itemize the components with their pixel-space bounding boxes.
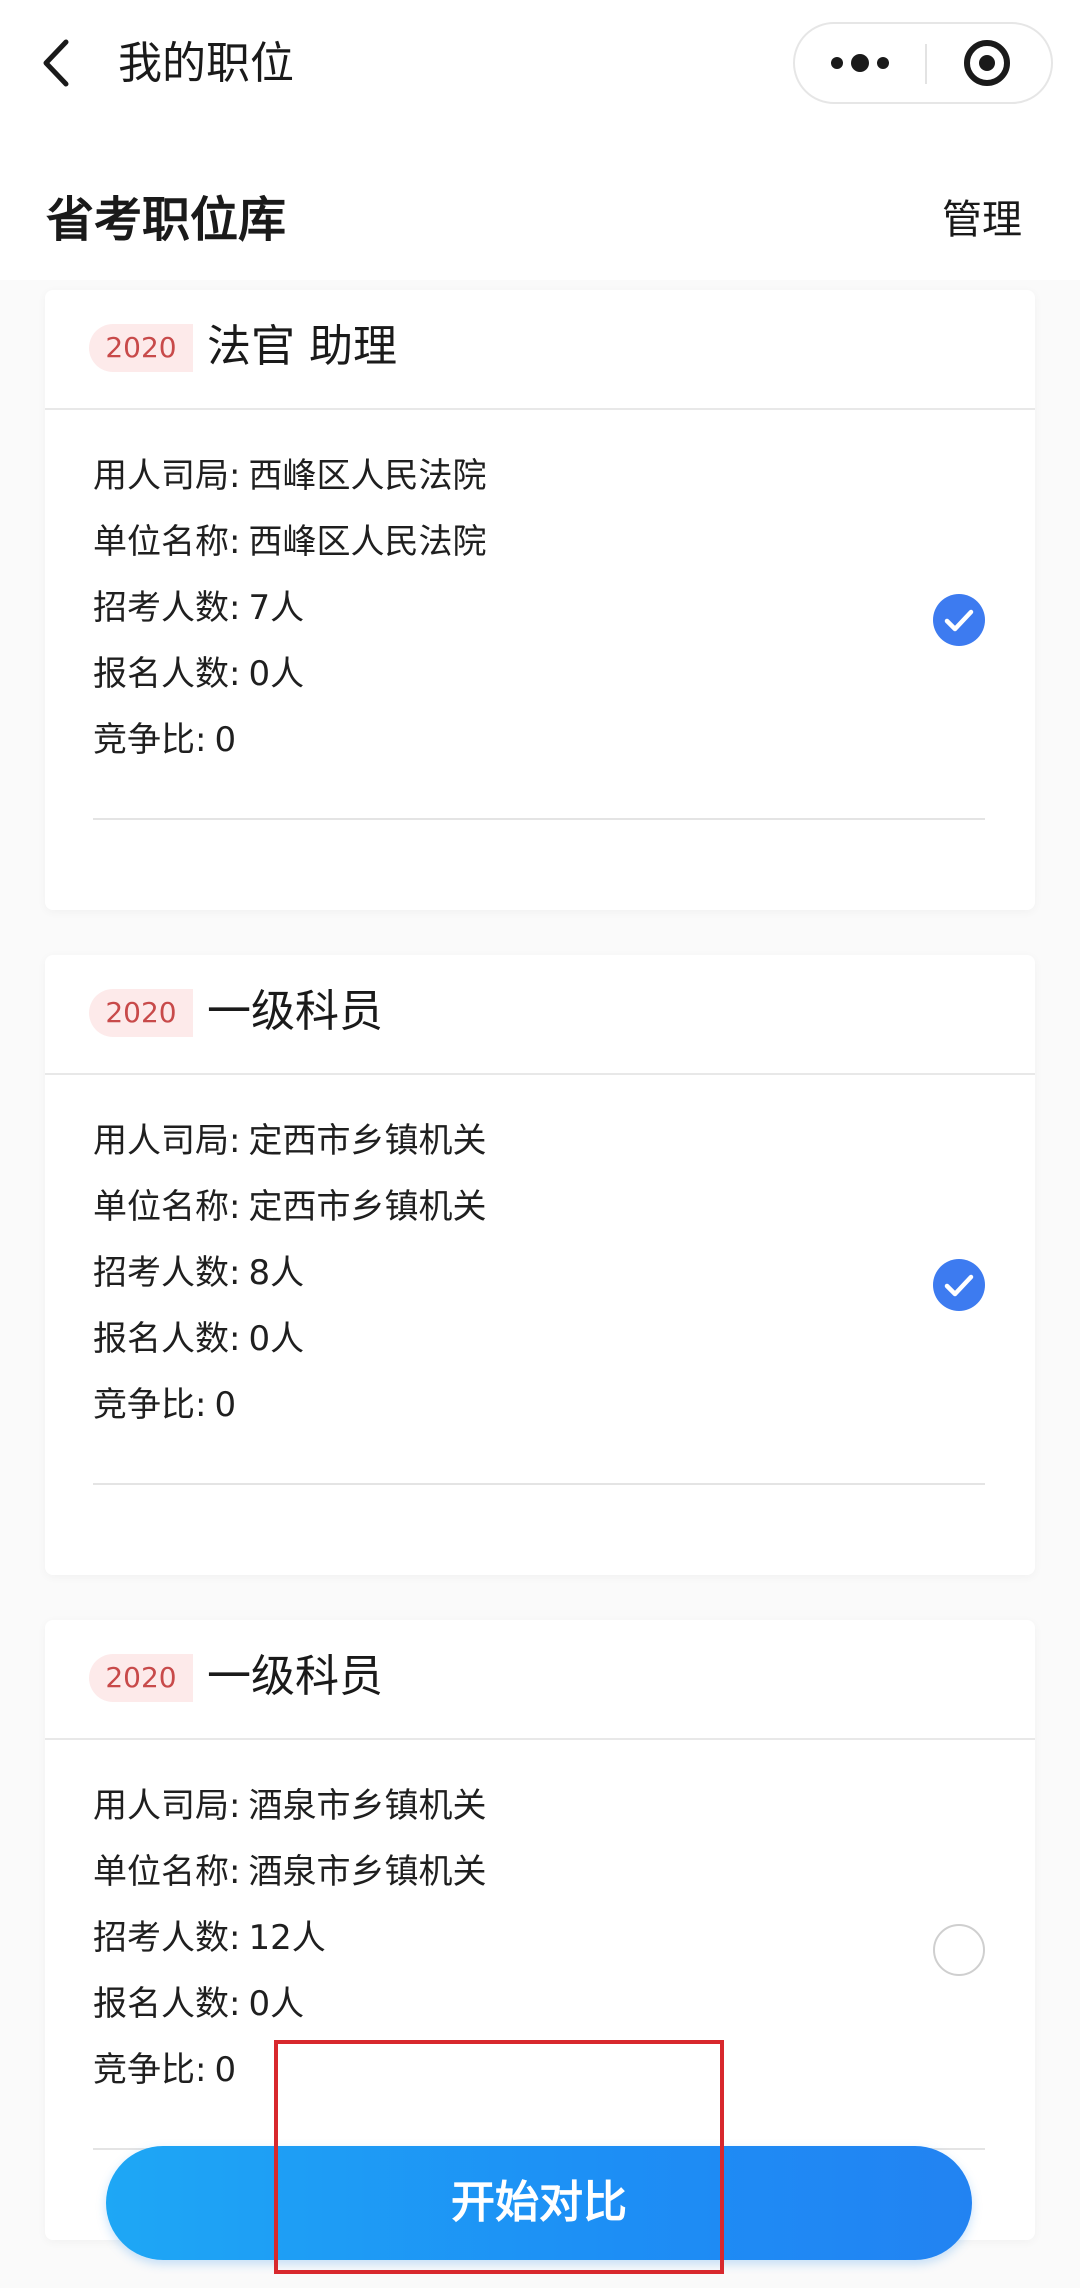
close-miniprogram-button[interactable] bbox=[927, 24, 1051, 102]
job-title: 一级科员 bbox=[207, 986, 383, 1037]
select-checkbox[interactable] bbox=[933, 1924, 985, 1976]
job-info-list: 用人司局: 酒泉市乡镇机关 单位名称: 酒泉市乡镇机关 招考人数: 12人 报名人数:… bbox=[93, 1784, 486, 2114]
job-card[interactable]: 2020 法官 助理 用人司局: 西峰区人民法院 单位名称: 西峰区人民法院 招考人… bbox=[45, 290, 1035, 910]
ratio-label: 竞争比 bbox=[93, 1385, 195, 1425]
select-checkbox[interactable] bbox=[933, 1259, 985, 1311]
recruit-value: 8人 bbox=[248, 1253, 305, 1293]
card-divider bbox=[93, 818, 985, 820]
job-title: 一级科员 bbox=[207, 1651, 383, 1702]
page-title: 省考职位库 bbox=[46, 192, 287, 248]
menu-capsule bbox=[793, 22, 1053, 104]
applicants-value: 0人 bbox=[248, 1319, 305, 1359]
ratio-row: 竞争比: 0 bbox=[93, 2048, 486, 2114]
unit-row: 单位名称: 酒泉市乡镇机关 bbox=[93, 1850, 486, 1916]
agency-row: 用人司局: 西峰区人民法院 bbox=[93, 454, 486, 520]
recruit-label: 招考人数 bbox=[93, 588, 229, 628]
applicants-row: 报名人数: 0人 bbox=[93, 1982, 486, 2048]
unit-value: 西峰区人民法院 bbox=[248, 522, 487, 562]
applicants-label: 报名人数 bbox=[93, 654, 229, 694]
label-separator: : bbox=[195, 720, 207, 760]
more-button[interactable] bbox=[795, 24, 925, 102]
ratio-label: 竞争比 bbox=[93, 720, 195, 760]
label-separator: : bbox=[195, 1385, 207, 1425]
applicants-label: 报名人数 bbox=[93, 1319, 229, 1359]
back-button[interactable] bbox=[30, 30, 90, 96]
start-compare-button[interactable]: 开始对比 bbox=[106, 2146, 972, 2260]
agency-row: 用人司局: 酒泉市乡镇机关 bbox=[93, 1784, 486, 1850]
applicants-value: 0人 bbox=[248, 1984, 305, 2024]
unit-value: 酒泉市乡镇机关 bbox=[248, 1852, 487, 1892]
job-card[interactable]: 2020 一级科员 用人司局: 定西市乡镇机关 单位名称: 定西市乡镇机关 招考人数… bbox=[45, 955, 1035, 1575]
checkmark-icon bbox=[944, 609, 974, 632]
job-card-header: 2020 一级科员 bbox=[45, 1620, 1035, 1740]
ratio-value: 0 bbox=[214, 2050, 237, 2090]
agency-value: 定西市乡镇机关 bbox=[248, 1121, 487, 1161]
label-separator: : bbox=[229, 1253, 241, 1293]
chevron-left-icon bbox=[43, 39, 69, 87]
card-divider bbox=[93, 1483, 985, 1485]
label-separator: : bbox=[229, 456, 241, 496]
agency-label: 用人司局 bbox=[93, 1121, 229, 1161]
agency-value: 酒泉市乡镇机关 bbox=[248, 1786, 487, 1826]
select-checkbox[interactable] bbox=[933, 594, 985, 646]
agency-value: 西峰区人民法院 bbox=[248, 456, 487, 496]
unit-label: 单位名称 bbox=[93, 522, 229, 562]
recruit-row: 招考人数: 8人 bbox=[93, 1251, 486, 1317]
applicants-row: 报名人数: 0人 bbox=[93, 652, 486, 718]
job-card-header: 2020 法官 助理 bbox=[45, 290, 1035, 410]
recruit-label: 招考人数 bbox=[93, 1253, 229, 1293]
label-separator: : bbox=[195, 2050, 207, 2090]
manage-button[interactable]: 管理 bbox=[942, 192, 1022, 248]
label-separator: : bbox=[229, 588, 241, 628]
label-separator: : bbox=[229, 1786, 241, 1826]
year-badge: 2020 bbox=[89, 1654, 193, 1702]
label-separator: : bbox=[229, 1918, 241, 1958]
nav-title: 我的职位 bbox=[118, 38, 294, 89]
target-close-icon bbox=[964, 40, 1010, 86]
recruit-row: 招考人数: 7人 bbox=[93, 586, 486, 652]
section-header: 省考职位库 管理 bbox=[0, 130, 1080, 280]
navigation-bar: 我的职位 bbox=[0, 0, 1080, 130]
ratio-row: 竞争比: 0 bbox=[93, 718, 486, 784]
agency-row: 用人司局: 定西市乡镇机关 bbox=[93, 1119, 486, 1185]
recruit-row: 招考人数: 12人 bbox=[93, 1916, 486, 1982]
job-card-body: 用人司局: 西峰区人民法院 单位名称: 西峰区人民法院 招考人数: 7人 报名人数: 0… bbox=[45, 410, 1035, 910]
ratio-row: 竞争比: 0 bbox=[93, 1383, 486, 1449]
job-title: 法官 助理 bbox=[207, 321, 397, 372]
ratio-value: 0 bbox=[214, 720, 237, 760]
ratio-label: 竞争比 bbox=[93, 2050, 195, 2090]
agency-label: 用人司局 bbox=[93, 1786, 229, 1826]
year-badge: 2020 bbox=[89, 989, 193, 1037]
applicants-label: 报名人数 bbox=[93, 1984, 229, 2024]
unit-label: 单位名称 bbox=[93, 1852, 229, 1892]
label-separator: : bbox=[229, 1121, 241, 1161]
applicants-value: 0人 bbox=[248, 654, 305, 694]
applicants-row: 报名人数: 0人 bbox=[93, 1317, 486, 1383]
unit-row: 单位名称: 定西市乡镇机关 bbox=[93, 1185, 486, 1251]
label-separator: : bbox=[229, 1852, 241, 1892]
job-info-list: 用人司局: 定西市乡镇机关 单位名称: 定西市乡镇机关 招考人数: 8人 报名人数: 0… bbox=[93, 1119, 486, 1449]
label-separator: : bbox=[229, 1187, 241, 1227]
recruit-value: 12人 bbox=[248, 1918, 326, 1958]
unit-value: 定西市乡镇机关 bbox=[248, 1187, 487, 1227]
label-separator: : bbox=[229, 1984, 241, 2024]
unit-row: 单位名称: 西峰区人民法院 bbox=[93, 520, 486, 586]
job-info-list: 用人司局: 西峰区人民法院 单位名称: 西峰区人民法院 招考人数: 7人 报名人数: 0… bbox=[93, 454, 486, 784]
label-separator: : bbox=[229, 1319, 241, 1359]
year-badge: 2020 bbox=[89, 324, 193, 372]
recruit-value: 7人 bbox=[248, 588, 305, 628]
recruit-label: 招考人数 bbox=[93, 1918, 229, 1958]
job-card-body: 用人司局: 定西市乡镇机关 单位名称: 定西市乡镇机关 招考人数: 8人 报名人数: 0… bbox=[45, 1075, 1035, 1575]
label-separator: : bbox=[229, 522, 241, 562]
ratio-value: 0 bbox=[214, 1385, 237, 1425]
agency-label: 用人司局 bbox=[93, 456, 229, 496]
unit-label: 单位名称 bbox=[93, 1187, 229, 1227]
checkmark-icon bbox=[944, 1274, 974, 1297]
label-separator: : bbox=[229, 654, 241, 694]
more-dots-icon bbox=[831, 54, 889, 72]
job-card-header: 2020 一级科员 bbox=[45, 955, 1035, 1075]
